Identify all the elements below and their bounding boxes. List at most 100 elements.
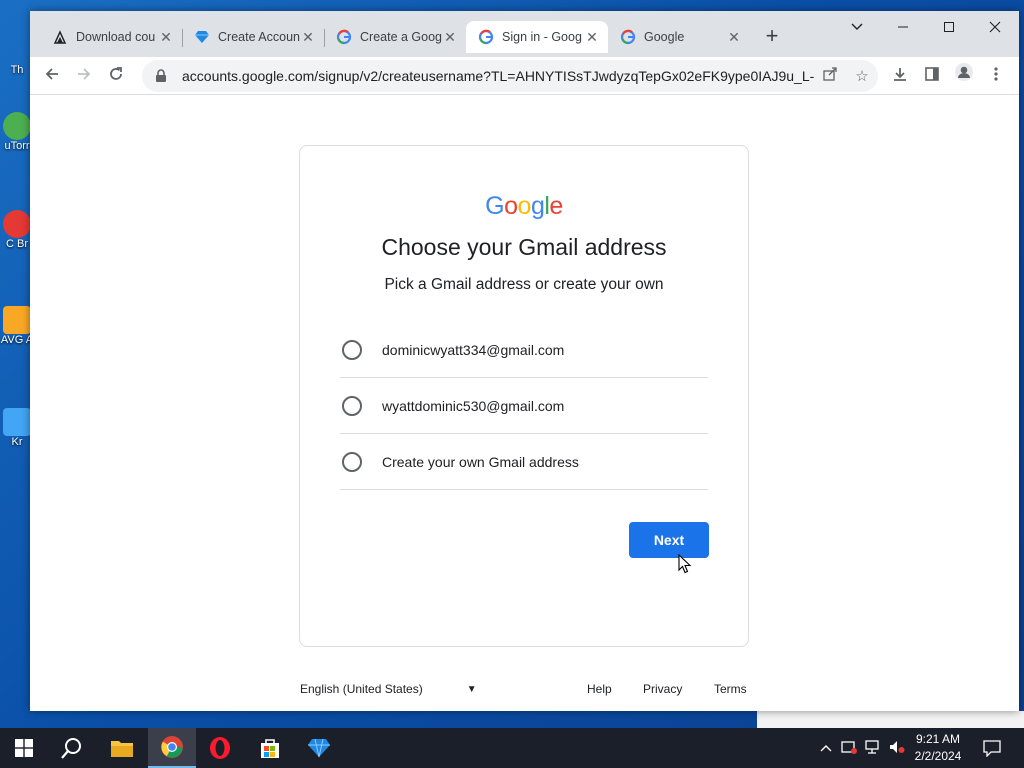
page-footer: English (United States) ▼ Help Privacy T… [300,670,750,706]
reload-icon [110,67,122,80]
page-title: Choose your Gmail address [381,234,667,260]
desktop-icon-label: C Br [6,238,28,250]
search-icon [61,738,81,759]
tab-create-account[interactable]: Create Accoun ✕ [182,21,324,53]
minimize-button[interactable] [880,15,926,43]
page-content: Google Choose your Gmail address Pick a … [30,96,1019,711]
download-icon [894,68,906,81]
google-logo: Google [300,192,748,221]
download-favicon-icon [52,29,68,45]
taskbar-chrome[interactable] [148,728,196,768]
taskbar-search-button[interactable] [48,728,96,768]
taskbar-diamond-app[interactable] [295,728,343,768]
side-panel-icon [925,67,939,81]
tab-title: Download cou [76,30,156,44]
address-option-custom[interactable]: Create your own Gmail address [340,434,708,490]
bookmark-star-icon[interactable]: ☆ [846,67,878,85]
close-icon[interactable]: ✕ [726,29,742,45]
tab-sign-in-active[interactable]: Sign in - Goog ✕ [466,21,608,53]
browser-window: Download cou ✕ Create Accoun ✕ Create a … [30,11,1019,711]
forward-button[interactable] [70,62,98,90]
desktop-icon-avg[interactable]: AVG A [0,306,34,346]
privacy-link[interactable]: Privacy [643,682,682,696]
option-label[interactable]: wyattdominic530@gmail.com [382,398,564,414]
desktop-icon-label: Th [10,64,24,76]
new-tab-button[interactable]: + [760,25,784,49]
maximize-icon [944,22,954,32]
tab-search-button[interactable] [834,15,880,43]
taskbar-opera[interactable] [196,728,244,768]
address-options: dominicwyatt334@gmail.com wyattdominic53… [340,322,708,490]
radio-button[interactable] [342,339,362,360]
notifications-button[interactable] [968,728,1016,768]
close-window-button[interactable] [972,15,1018,43]
desktop-icon-this-pc[interactable]: Th [0,36,34,76]
chevron-down-icon [851,23,863,30]
tab-title: Google [644,30,685,44]
back-button[interactable] [38,62,66,90]
option-label[interactable]: dominicwyatt334@gmail.com [382,342,564,358]
profile-button[interactable] [950,62,978,90]
help-link[interactable]: Help [587,682,612,696]
taskbar-file-explorer[interactable] [98,728,146,768]
desktop-icon-browser[interactable]: C Br [0,210,34,250]
reload-button[interactable] [102,62,130,90]
logo-letter: e [549,192,563,220]
language-selector[interactable]: English (United States) ▼ [300,682,477,696]
url-text[interactable]: accounts.google.com/signup/v2/createuser… [182,68,814,84]
close-icon[interactable]: ✕ [442,29,458,45]
tab-google[interactable]: Google ✕ [608,21,750,53]
notification-icon [983,740,1001,757]
side-panel-button[interactable] [918,62,946,90]
desktop-icon-label: uTorr [4,140,30,152]
start-button[interactable] [0,728,48,768]
store-bag-icon [261,739,279,758]
address-option-1[interactable]: dominicwyatt334@gmail.com [340,322,708,378]
network-icon[interactable] [861,739,885,757]
taskbar-store[interactable] [246,728,294,768]
mouse-cursor-icon [678,554,692,574]
security-tray-icon[interactable] [837,740,861,757]
taskbar: 9:21 AM 2/2/2024 [0,728,1024,768]
desktop-icon-label: AVG A [0,334,34,346]
close-icon[interactable]: ✕ [300,29,316,45]
chrome-icon [161,736,183,758]
windows-logo-icon [15,739,33,757]
taskbar-clock[interactable]: 9:21 AM 2/2/2024 [900,731,976,765]
forward-arrow-icon [78,68,91,80]
menu-button[interactable] [982,62,1010,90]
close-icon[interactable]: ✕ [584,29,600,45]
clock-time: 9:21 AM [915,732,961,746]
share-icon[interactable] [814,67,846,85]
background-window [757,711,1024,728]
next-button[interactable]: Next [629,522,709,558]
back-arrow-icon [45,68,58,80]
terms-link[interactable]: Terms [714,682,747,696]
maximize-button[interactable] [926,15,972,43]
google-favicon-icon [620,29,636,45]
radio-button[interactable] [342,451,362,472]
downloads-button[interactable] [886,62,914,90]
google-favicon-icon [336,29,352,45]
address-bar[interactable]: accounts.google.com/signup/v2/createuser… [142,60,878,92]
browser-toolbar: accounts.google.com/signup/v2/createuser… [30,57,1019,95]
folder-icon [111,741,133,757]
tab-create-google[interactable]: Create a Goog ✕ [324,21,466,53]
page-subtitle: Pick a Gmail address or create your own [384,276,664,293]
caret-down-icon[interactable]: ▼ [467,684,477,695]
close-icon[interactable]: ✕ [158,29,174,45]
lock-icon[interactable] [154,69,168,83]
logo-letter: g [530,192,545,220]
tab-title: Create a Goog [360,30,442,44]
address-option-2[interactable]: wyattdominic530@gmail.com [340,378,708,434]
chevron-up-icon[interactable] [815,741,837,755]
option-label[interactable]: Create your own Gmail address [382,454,579,470]
minimize-icon [898,26,908,28]
opera-icon [210,737,230,759]
desktop-icon-kr[interactable]: Kr [0,408,34,448]
tab-title: Create Accoun [218,30,300,44]
desktop-icon-utorrent[interactable]: uTorr [0,112,34,152]
radio-button[interactable] [342,395,362,416]
language-label[interactable]: English (United States) [300,682,423,696]
tab-download[interactable]: Download cou ✕ [40,21,182,53]
